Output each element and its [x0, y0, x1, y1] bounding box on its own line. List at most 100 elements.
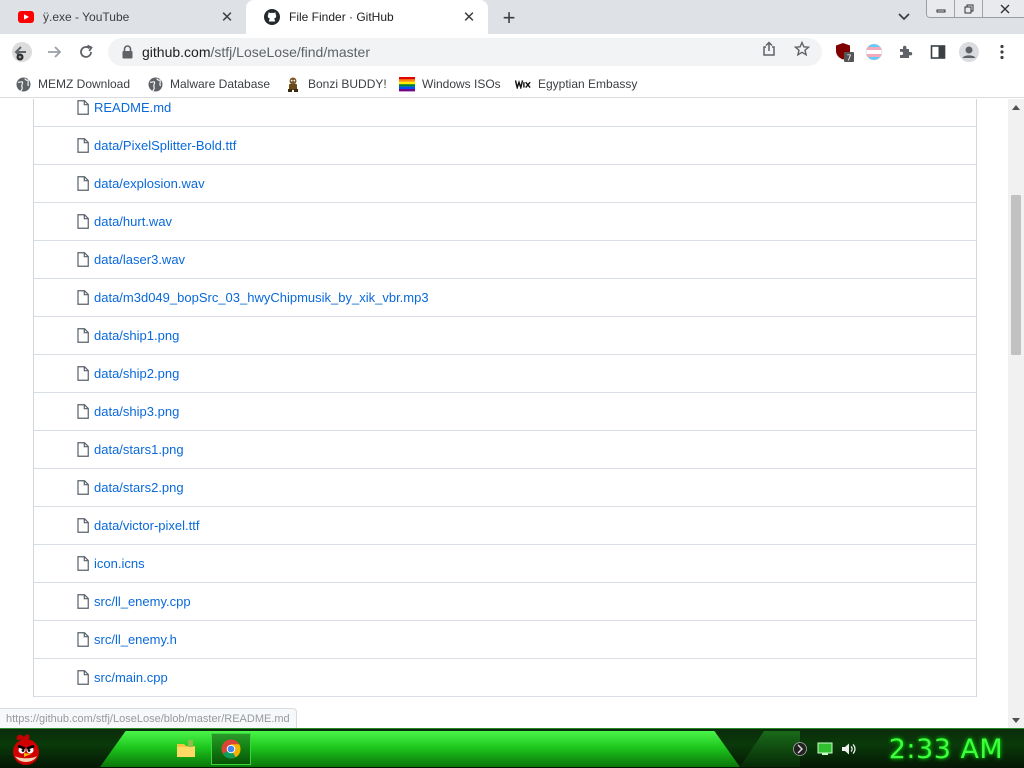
globe-icon — [147, 76, 163, 92]
file-name-link[interactable]: src/main.cpp — [94, 670, 168, 685]
scrollbar-thumb[interactable] — [1011, 195, 1021, 355]
file-icon — [76, 556, 90, 572]
link-status-bubble: https://github.com/stfj/LoseLose/blob/ma… — [0, 708, 297, 728]
file-name-link[interactable]: src/ll_enemy.h — [94, 632, 177, 647]
file-name-link[interactable]: data/stars1.png — [94, 442, 184, 457]
side-panel-icon[interactable] — [928, 42, 948, 62]
bookmark-star-icon[interactable] — [793, 40, 811, 58]
bookmark-memz[interactable]: MEMZ Download — [15, 76, 130, 92]
taskbar-glow-right — [740, 731, 800, 767]
file-name-link[interactable]: data/hurt.wav — [94, 214, 172, 229]
file-icon — [76, 594, 90, 610]
file-icon — [76, 670, 90, 686]
window-close-icon[interactable] — [983, 0, 1024, 17]
tab-youtube[interactable]: ÿ.exe - YouTube ✕ — [0, 0, 246, 34]
tab-file-finder[interactable]: File Finder · GitHub ✕ — [246, 0, 488, 34]
chrome-taskbar-icon[interactable] — [211, 733, 251, 765]
tray-network-icon[interactable] — [792, 741, 808, 757]
file-name-link[interactable]: data/PixelSplitter-Bold.ttf — [94, 138, 236, 153]
file-name-link[interactable]: README.md — [94, 100, 171, 115]
file-icon — [76, 366, 90, 382]
file-row[interactable]: data/hurt.wav — [34, 203, 976, 241]
taskbar: 2:33 AM — [0, 728, 1024, 768]
taskbar-clock[interactable]: 2:33 AM — [876, 730, 1016, 768]
file-icon — [76, 404, 90, 420]
file-finder-list: README.md data/PixelSplitter-Bold.ttf da… — [33, 99, 977, 697]
forward-button[interactable] — [42, 40, 66, 64]
file-name-link[interactable]: data/laser3.wav — [94, 252, 185, 267]
file-row[interactable]: data/laser3.wav — [34, 241, 976, 279]
bookmark-label: Egyptian Embassy — [538, 77, 638, 91]
file-row[interactable]: data/victor-pixel.ttf — [34, 507, 976, 545]
file-row[interactable]: data/m3d049_bopSrc_03_hwyChipmusik_by_xi… — [34, 279, 976, 317]
file-row[interactable]: data/ship2.png — [34, 355, 976, 393]
youtube-icon — [18, 9, 34, 25]
file-row[interactable]: data/stars2.png — [34, 469, 976, 507]
vertical-scrollbar[interactable] — [1008, 99, 1024, 728]
scroll-up-arrow-icon[interactable] — [1008, 99, 1024, 115]
file-icon — [76, 632, 90, 648]
url-text[interactable]: github.com/stfj/LoseLose/find/master — [142, 44, 370, 60]
file-name-link[interactable]: data/ship3.png — [94, 404, 179, 419]
tab-strip: ÿ.exe - YouTube ✕ File Finder · GitHub ✕… — [0, 0, 1024, 34]
file-name-link[interactable]: src/ll_enemy.cpp — [94, 594, 191, 609]
start-button-angry-bird-icon[interactable] — [4, 730, 48, 768]
bonzi-icon — [285, 76, 301, 92]
file-row[interactable]: data/PixelSplitter-Bold.ttf — [34, 127, 976, 165]
file-name-link[interactable]: icon.icns — [94, 556, 145, 571]
scroll-down-arrow-icon[interactable] — [1008, 712, 1024, 728]
reload-button[interactable] — [74, 40, 98, 64]
file-row[interactable]: data/stars1.png — [34, 431, 976, 469]
bookmarks-bar: MEMZ Download Malware Database Bonzi BUD… — [0, 70, 1024, 98]
tab-search-chevron-icon[interactable] — [894, 9, 914, 25]
file-name-link[interactable]: data/stars2.png — [94, 480, 184, 495]
new-tab-button[interactable]: + — [498, 7, 520, 29]
file-icon — [76, 138, 90, 154]
tab-title: ÿ.exe - YouTube — [43, 10, 130, 24]
tray-volume-icon[interactable] — [841, 741, 857, 757]
file-name-link[interactable]: data/ship2.png — [94, 366, 179, 381]
file-name-link[interactable]: data/ship1.png — [94, 328, 179, 343]
file-row[interactable]: src/ll_enemy.h — [34, 621, 976, 659]
file-row[interactable]: data/ship1.png — [34, 317, 976, 355]
menu-kebab-icon[interactable] — [992, 42, 1012, 62]
file-row[interactable]: src/main.cpp — [34, 659, 976, 697]
minimize-icon[interactable] — [927, 0, 955, 17]
extensions-puzzle-icon[interactable] — [896, 42, 916, 62]
ublock-extension-icon[interactable]: 7 — [834, 42, 854, 62]
tab-close-icon[interactable]: ✕ — [218, 8, 236, 26]
bookmark-label: Malware Database — [170, 77, 271, 91]
back-button[interactable] — [10, 40, 34, 64]
file-name-link[interactable]: data/m3d049_bopSrc_03_hwyChipmusik_by_xi… — [94, 290, 429, 305]
bookmark-egyptian-embassy[interactable]: Egyptian Embassy — [515, 76, 637, 92]
bookmark-malware-database[interactable]: Malware Database — [147, 76, 270, 92]
file-icon — [76, 480, 90, 496]
file-row[interactable]: src/ll_enemy.cpp — [34, 583, 976, 621]
bookmark-bonzi-buddy[interactable]: Bonzi BUDDY! — [285, 76, 387, 92]
extension-badge: 7 — [846, 53, 851, 62]
file-name-link[interactable]: data/victor-pixel.ttf — [94, 518, 200, 533]
bookmark-windows-isos[interactable]: Windows ISOs — [399, 76, 501, 92]
trans-flag-extension-icon[interactable] — [864, 42, 884, 62]
share-icon[interactable] — [760, 40, 778, 58]
file-row[interactable]: icon.icns — [34, 545, 976, 583]
address-bar[interactable]: github.com/stfj/LoseLose/find/master — [108, 38, 822, 66]
page-viewport: README.md data/PixelSplitter-Bold.ttf da… — [0, 99, 1008, 728]
file-icon — [76, 100, 90, 116]
file-name-link[interactable]: data/explosion.wav — [94, 176, 205, 191]
file-row[interactable]: README.md — [34, 99, 976, 127]
window-controls — [926, 0, 1024, 18]
restore-icon[interactable] — [955, 0, 983, 17]
file-icon — [76, 290, 90, 306]
tray-monitor-icon[interactable] — [817, 741, 833, 757]
bookmark-label: MEMZ Download — [38, 77, 131, 91]
file-row[interactable]: data/explosion.wav — [34, 165, 976, 203]
file-row[interactable]: data/ship3.png — [34, 393, 976, 431]
file-explorer-taskbar-icon[interactable] — [166, 733, 206, 765]
file-icon — [76, 214, 90, 230]
tab-title: File Finder · GitHub — [289, 10, 394, 24]
tab-close-icon[interactable]: ✕ — [460, 8, 478, 26]
profile-avatar-icon[interactable] — [959, 42, 979, 62]
file-icon — [76, 442, 90, 458]
lock-icon[interactable] — [120, 44, 134, 60]
